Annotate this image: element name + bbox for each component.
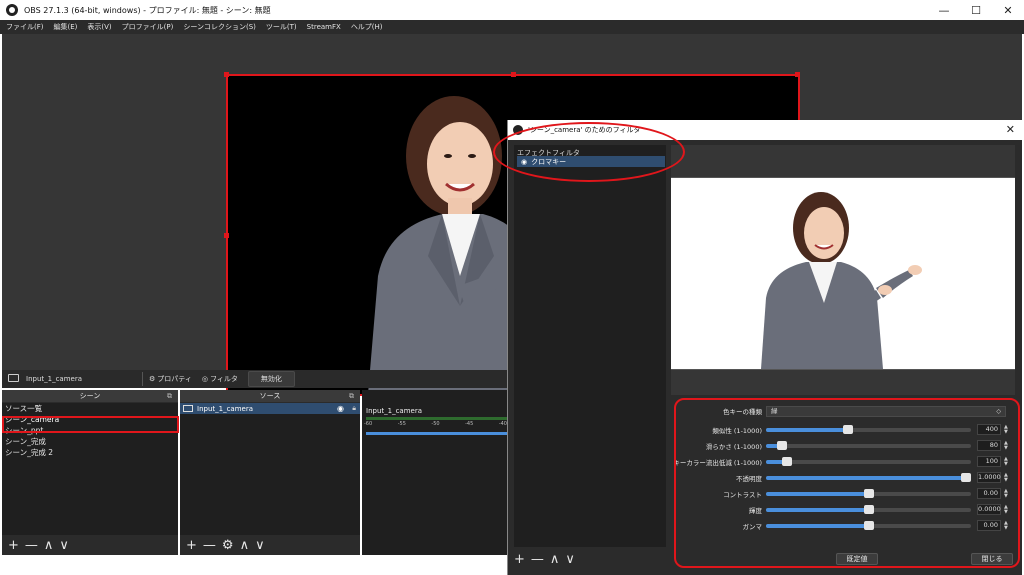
add-filter-button[interactable]: + bbox=[514, 553, 525, 566]
scene-item[interactable]: シーン_完成 bbox=[2, 436, 178, 447]
menu-streamfx[interactable]: StreamFX bbox=[307, 23, 341, 31]
menu-view[interactable]: 表示(V) bbox=[87, 22, 111, 32]
window-title: OBS 27.1.3 (64-bit, windows) - プロファイル: 無… bbox=[24, 5, 271, 15]
volume-meter bbox=[366, 417, 507, 420]
menu-scene-collection[interactable]: シーンコレクション(S) bbox=[183, 22, 256, 32]
source-item[interactable]: Input_1_camera ◉ 🔒︎ bbox=[180, 403, 360, 414]
filters-button[interactable]: ◎ フィルタ bbox=[202, 374, 238, 384]
minimize-button[interactable]: — bbox=[928, 0, 960, 20]
menu-bar: ファイル(F) 編集(E) 表示(V) プロファイル(P) シーンコレクション(… bbox=[0, 20, 1024, 34]
filter-icon: ◎ bbox=[201, 375, 208, 383]
remove-source-button[interactable]: — bbox=[203, 539, 216, 552]
undock-icon[interactable]: ⧉ bbox=[167, 390, 172, 402]
disable-button[interactable]: 無効化 bbox=[247, 371, 295, 387]
person-image bbox=[761, 192, 922, 369]
undock-icon[interactable]: ⧉ bbox=[349, 390, 354, 402]
window-titlebar: OBS 27.1.3 (64-bit, windows) - プロファイル: 無… bbox=[0, 0, 1024, 20]
maximize-button[interactable]: ☐ bbox=[960, 0, 992, 20]
annotation-highlight-properties bbox=[674, 398, 1020, 568]
move-up-button[interactable]: ∧ bbox=[240, 539, 250, 552]
obs-logo-icon bbox=[6, 4, 18, 16]
selected-source-name: Input_1_camera bbox=[26, 375, 83, 383]
scene-item[interactable]: シーン_完成 2 bbox=[2, 447, 178, 458]
menu-edit[interactable]: 編集(E) bbox=[54, 22, 78, 32]
menu-help[interactable]: ヘルプ(H) bbox=[351, 22, 383, 32]
add-scene-button[interactable]: + bbox=[8, 539, 19, 552]
dialog-close-button[interactable]: ✕ bbox=[1006, 123, 1015, 136]
filter-preview bbox=[671, 145, 1015, 395]
visibility-eye-icon[interactable]: ◉ bbox=[337, 404, 344, 413]
remove-filter-button[interactable]: — bbox=[531, 553, 544, 566]
menu-tools[interactable]: ツール(T) bbox=[266, 22, 297, 32]
lock-icon[interactable]: 🔒︎ bbox=[352, 404, 356, 413]
camera-icon bbox=[183, 405, 193, 412]
remove-scene-button[interactable]: — bbox=[25, 539, 38, 552]
menu-file[interactable]: ファイル(F) bbox=[6, 22, 44, 32]
close-button[interactable]: ✕ bbox=[992, 0, 1024, 20]
annotation-highlight-filter bbox=[493, 122, 685, 182]
source-properties-gear-icon[interactable]: ⚙ bbox=[222, 539, 234, 552]
scene-item[interactable]: ソース一覧 bbox=[2, 403, 178, 414]
mixer-track-name: Input_1_camera bbox=[366, 407, 423, 415]
audio-mixer-dock: Input_1_camera -60 -55 -50 -45 -40 bbox=[362, 390, 507, 555]
move-up-button[interactable]: ∧ bbox=[44, 539, 54, 552]
gear-icon: ⚙ bbox=[149, 375, 156, 383]
move-down-button[interactable]: ∨ bbox=[255, 539, 265, 552]
meter-ticks: -60 -55 -50 -45 -40 bbox=[364, 421, 507, 427]
properties-button[interactable]: ⚙ プロパティ bbox=[149, 374, 192, 384]
move-down-button[interactable]: ∨ bbox=[59, 539, 69, 552]
scenes-dock: シーン ⧉ ソース一覧 シーン_camera シーン_ppt シーン_完成 シーン… bbox=[2, 390, 178, 555]
sources-dock: ソース ⧉ Input_1_camera ◉ 🔒︎ + — ⚙ ∧ ∨ bbox=[180, 390, 360, 555]
add-source-button[interactable]: + bbox=[186, 539, 197, 552]
camera-icon bbox=[8, 374, 19, 382]
sources-header: ソース bbox=[259, 392, 281, 400]
move-down-button[interactable]: ∨ bbox=[565, 553, 575, 566]
annotation-highlight-scene bbox=[2, 416, 179, 433]
move-up-button[interactable]: ∧ bbox=[550, 553, 560, 566]
volume-slider[interactable] bbox=[366, 432, 507, 435]
scenes-header: シーン bbox=[79, 392, 101, 400]
filter-list: エフェクトフィルタ ◉ クロマキー bbox=[514, 145, 666, 547]
menu-profile[interactable]: プロファイル(P) bbox=[122, 22, 174, 32]
source-toolbar: Input_1_camera ⚙ プロパティ ◎ フィルタ 無効化 bbox=[2, 370, 507, 388]
